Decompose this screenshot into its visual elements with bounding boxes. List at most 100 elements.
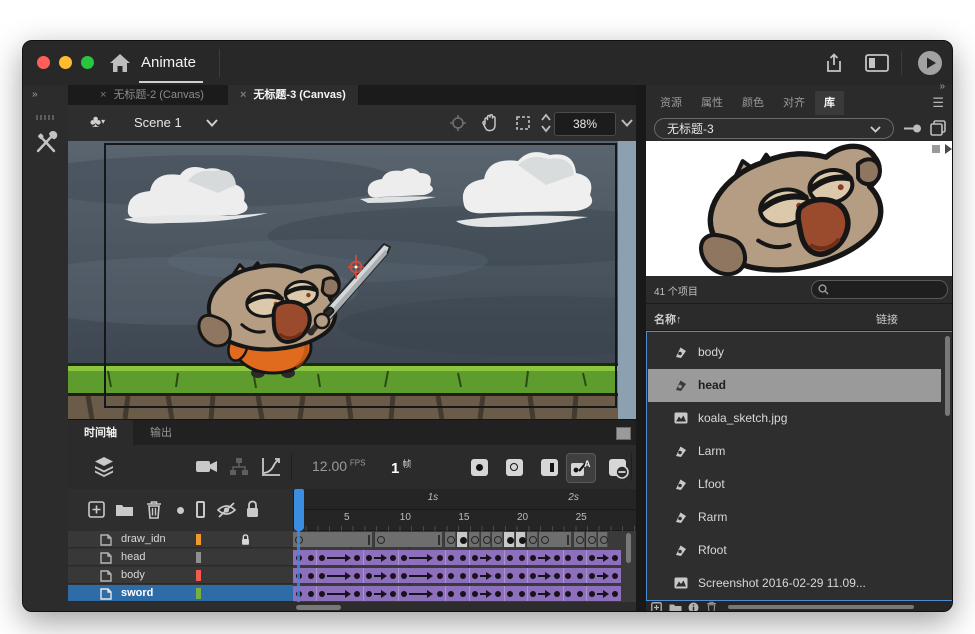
library-item-preview[interactable] (646, 141, 953, 276)
keyframe-dot-icon[interactable] (507, 573, 513, 579)
layer-lock-icon[interactable] (240, 534, 251, 546)
keyframe-dot-icon[interactable] (519, 555, 525, 561)
layer-row-head[interactable]: head (68, 549, 636, 566)
keyframe-dot-icon[interactable] (472, 555, 478, 561)
frame-cell[interactable] (574, 532, 585, 547)
tween-arrow-icon[interactable] (374, 593, 381, 595)
keyframe-dot-icon[interactable] (390, 555, 396, 561)
tab-library[interactable]: 库 (815, 91, 844, 115)
tween-arrow-icon[interactable] (327, 593, 346, 595)
frame-cell[interactable] (527, 532, 538, 547)
span-separator[interactable] (316, 550, 317, 565)
keyframe-dot-icon[interactable] (519, 591, 525, 597)
tween-arrow-icon[interactable] (480, 575, 487, 577)
frames-horizontal-scrollbar[interactable] (296, 605, 341, 610)
span-separator[interactable] (527, 586, 528, 601)
insert-blank-keyframe-button[interactable] (506, 459, 523, 476)
new-library-panel-icon[interactable] (930, 120, 946, 136)
hollow-keyframe-icon[interactable] (447, 536, 455, 544)
item-properties-info-icon[interactable] (688, 602, 699, 612)
library-search-input[interactable] (811, 280, 948, 299)
tab-output[interactable]: 输出 (134, 420, 188, 446)
keyframe-dot-icon[interactable] (554, 555, 560, 561)
keyframe-dot-icon[interactable] (507, 537, 514, 544)
timeline-ruler[interactable]: 1s2s 510152025 (293, 489, 636, 531)
keyframe-dot-icon[interactable] (554, 573, 560, 579)
delete-layer-trash-icon[interactable] (146, 500, 162, 519)
keyframe-dot-icon[interactable] (460, 537, 467, 544)
layer-cell[interactable]: draw_idn (68, 531, 293, 548)
camera-icon[interactable] (196, 459, 218, 474)
delete-item-trash-icon[interactable] (706, 601, 717, 612)
center-stage-crosshair-icon[interactable] (449, 114, 467, 132)
list-item-head[interactable]: head (648, 369, 941, 402)
keyframe-dot-icon[interactable] (460, 591, 466, 597)
keyframe-dot-icon[interactable] (460, 573, 466, 579)
tween-arrow-icon[interactable] (327, 557, 346, 559)
new-symbol-icon[interactable] (651, 602, 662, 612)
pin-library-icon[interactable] (904, 123, 922, 134)
hollow-keyframe-icon[interactable] (576, 536, 584, 544)
frame-cell[interactable] (457, 532, 468, 547)
keyframe-dot-icon[interactable] (589, 573, 595, 579)
frame-cell[interactable] (598, 532, 609, 547)
show-all-layers-dot-icon[interactable] (177, 507, 184, 514)
layer-cell[interactable]: head (68, 549, 293, 566)
library-horizontal-scrollbar[interactable] (728, 605, 914, 609)
scene-name[interactable]: Scene 1 (134, 115, 182, 130)
panel-menu-icon[interactable]: ☰ (932, 95, 944, 111)
zoom-chevron-down-icon[interactable] (621, 119, 633, 127)
span-separator[interactable] (563, 550, 564, 565)
keyframe-dot-icon[interactable] (519, 573, 525, 579)
frame-cell[interactable] (492, 532, 503, 547)
keyframe-dot-icon[interactable] (554, 591, 560, 597)
panel-toggle-icon[interactable] (865, 54, 889, 72)
span-separator[interactable] (445, 586, 446, 601)
span-separator[interactable] (563, 568, 564, 583)
hollow-keyframe-icon[interactable] (483, 536, 491, 544)
preview-scroll-box-icon[interactable] (932, 145, 940, 153)
span-separator[interactable] (445, 550, 446, 565)
hide-layers-eye-slash-icon[interactable] (216, 502, 237, 518)
keyframe-dot-icon[interactable] (472, 573, 478, 579)
span-separator[interactable] (398, 568, 399, 583)
frame-cell[interactable] (586, 532, 597, 547)
layer-row-sword[interactable]: sword (68, 585, 636, 602)
tween-arrow-icon[interactable] (597, 593, 604, 595)
keyframe-dot-icon[interactable] (519, 537, 526, 544)
keyframe-dot-icon[interactable] (507, 555, 513, 561)
frames-vertical-scrollbar[interactable] (626, 533, 631, 563)
span-separator[interactable] (504, 568, 505, 583)
minimize-traffic-light[interactable] (59, 56, 72, 69)
tween-arrow-icon[interactable] (409, 593, 428, 595)
parenting-hierarchy-icon[interactable] (229, 457, 249, 477)
span-separator[interactable] (586, 586, 587, 601)
clip-content-icon[interactable] (514, 114, 532, 132)
hollow-keyframe-icon[interactable] (471, 536, 479, 544)
test-movie-play-icon[interactable] (917, 50, 943, 76)
timeline-panel-menu-icon[interactable] (616, 427, 631, 440)
insert-keyframe-button[interactable] (471, 459, 488, 476)
library-vertical-scrollbar[interactable] (945, 336, 950, 416)
span-separator[interactable] (504, 550, 505, 565)
span-separator[interactable] (469, 568, 470, 583)
new-folder-icon[interactable] (115, 502, 134, 517)
playhead-marker[interactable] (294, 489, 304, 531)
list-item-larm[interactable]: Larm (648, 435, 941, 468)
keyframe-dot-icon[interactable] (472, 591, 478, 597)
list-item-screenshot[interactable]: Screenshot 2016-02-29 11.09... (648, 567, 941, 600)
keyframe-dot-icon[interactable] (589, 555, 595, 561)
frame-cell[interactable] (469, 532, 480, 547)
keyframe-dot-icon[interactable] (308, 591, 314, 597)
close-traffic-light[interactable] (37, 56, 50, 69)
tween-arrow-icon[interactable] (480, 557, 487, 559)
edit-symbols-club-icon[interactable]: ♣▾ (90, 112, 105, 132)
share-icon[interactable] (823, 52, 845, 74)
span-end-marker[interactable] (567, 535, 569, 545)
zoom-stepper[interactable] (541, 112, 551, 134)
frame-cell[interactable] (481, 532, 492, 547)
close-tab-icon[interactable]: × (100, 89, 106, 101)
hollow-keyframe-icon[interactable] (494, 536, 502, 544)
keyframe-dot-icon[interactable] (390, 573, 396, 579)
home-icon[interactable] (109, 52, 131, 74)
